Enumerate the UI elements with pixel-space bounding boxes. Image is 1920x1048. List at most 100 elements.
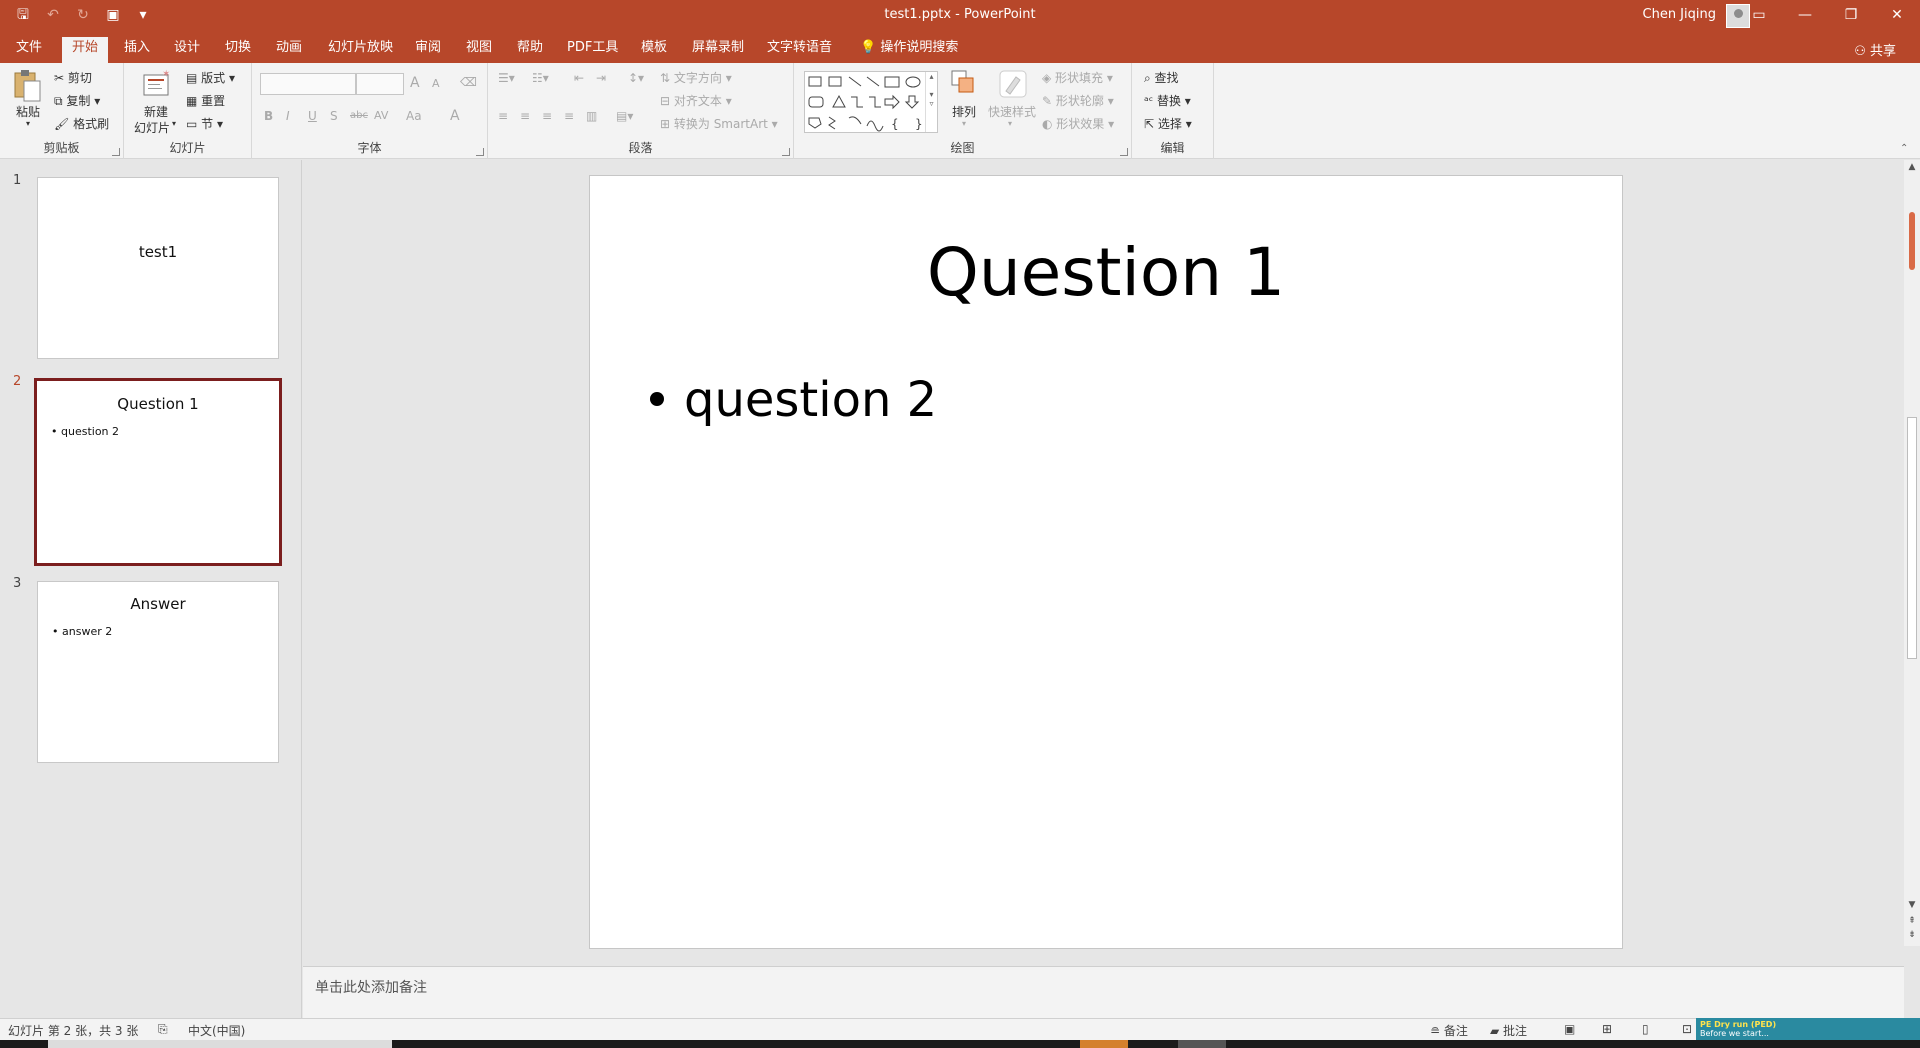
cut-button[interactable]: ✂ 剪切 [54, 69, 92, 86]
slide-show-view-icon[interactable]: ⊡ [1682, 1022, 1692, 1036]
bullets-icon[interactable]: ☰▾ [498, 71, 515, 85]
font-color-button[interactable]: A [450, 108, 460, 124]
reading-view-icon[interactable]: ▯ [1642, 1022, 1649, 1036]
find-button[interactable]: ⌕ 查找 [1144, 69, 1179, 86]
replace-button[interactable]: ᵃᶜ 替换 ▾ [1144, 92, 1191, 109]
collapse-ribbon-icon[interactable]: ⌃ [1900, 143, 1908, 154]
user-name[interactable]: Chen Jiqing [1643, 7, 1717, 22]
tab-slide-show[interactable]: 幻灯片放映 [318, 37, 403, 63]
accessibility-icon[interactable]: ⎘ [158, 1022, 168, 1037]
line-spacing-icon[interactable]: ↕▾ [628, 71, 644, 85]
new-slide-icon[interactable]: ✶ [142, 69, 172, 99]
copy-dropdown-icon[interactable]: ▾ [90, 94, 100, 108]
tab-pdf-tools[interactable]: PDF工具 [557, 37, 628, 63]
numbering-icon[interactable]: ☷▾ [532, 71, 549, 85]
paste-icon[interactable] [12, 69, 42, 103]
shapes-gallery[interactable]: {} ▴ ▾ ▿ [804, 71, 938, 133]
quick-styles-icon[interactable] [998, 69, 1028, 99]
align-text-button[interactable]: ⊟ 对齐文本 ▾ [660, 92, 732, 109]
align-right-icon[interactable]: ≡ [542, 109, 552, 123]
increase-indent-icon[interactable]: ⇥ [596, 71, 606, 85]
slide-thumbnail-1[interactable]: test1 [37, 177, 279, 359]
shape-effects-button[interactable]: ◐ 形状效果 ▾ [1042, 115, 1114, 132]
normal-view-icon[interactable]: ▣ [1564, 1022, 1575, 1036]
text-direction-button[interactable]: ⇅ 文字方向 ▾ [660, 69, 732, 86]
scroll-up-icon[interactable]: ▲ [1904, 162, 1920, 172]
tab-design[interactable]: 设计 [164, 37, 210, 63]
section-button[interactable]: ▭ 节 ▾ [186, 115, 223, 132]
share-button[interactable]: ⚇ 共享 [1854, 40, 1896, 59]
tell-me-search[interactable]: 💡 操作说明搜索 [850, 37, 968, 63]
slide-content-placeholder[interactable]: question 2 [650, 372, 937, 428]
format-painter-button[interactable]: 🖌 格式刷 [54, 115, 109, 132]
italic-button[interactable]: I [286, 109, 290, 123]
bold-button[interactable]: B [264, 109, 273, 123]
comments-toggle[interactable]: ▰ 批注 [1490, 1022, 1527, 1039]
tab-text-to-speech[interactable]: 文字转语音 [757, 37, 842, 63]
strikethrough-button[interactable]: abc [350, 110, 368, 121]
tab-help[interactable]: 帮助 [507, 37, 553, 63]
decrease-indent-icon[interactable]: ⇤ [574, 71, 584, 85]
align-center-icon[interactable]: ≡ [520, 109, 530, 123]
shapes-scroll-icon[interactable]: ▴ ▾ ▿ [925, 72, 937, 132]
font-name-dropdown[interactable] [260, 73, 356, 95]
align-left-icon[interactable]: ≡ [498, 109, 508, 123]
quick-styles-label[interactable]: 快速样式 [988, 103, 1036, 120]
next-slide-icon[interactable]: ⇟ [1904, 930, 1920, 940]
clipboard-launcher-icon[interactable] [112, 148, 120, 156]
reset-button[interactable]: ▦ 重置 [186, 92, 225, 109]
distributed-icon[interactable]: ▥ [586, 109, 597, 123]
slide-thumbnail-2[interactable]: Question 1 • question 2 [34, 378, 282, 566]
ribbon-display-options-icon[interactable]: ▭ [1736, 0, 1782, 32]
columns-icon[interactable]: ▤▾ [616, 109, 633, 123]
notes-toggle[interactable]: ≘ 备注 [1430, 1022, 1468, 1039]
justify-icon[interactable]: ≡ [564, 109, 574, 123]
quick-styles-dropdown-icon[interactable]: ▾ [1008, 119, 1012, 128]
restore-button[interactable]: ❐ [1828, 0, 1874, 32]
tab-animations[interactable]: 动画 [266, 37, 312, 63]
vertical-scrollbar[interactable]: ▲ ▼ ⇞ ⇟ [1904, 160, 1920, 946]
scrollbar-thumb[interactable] [1907, 417, 1917, 659]
grow-font-icon[interactable]: A [410, 75, 420, 91]
arrange-label[interactable]: 排列 [952, 103, 976, 120]
previous-slide-icon[interactable]: ⇞ [1904, 916, 1920, 926]
minimize-button[interactable]: — [1782, 0, 1828, 32]
underline-button[interactable]: U [308, 109, 317, 123]
notes-pane[interactable]: 单击此处添加备注 [303, 966, 1904, 1018]
layout-button[interactable]: ▤ 版式 ▾ [186, 69, 235, 86]
paragraph-launcher-icon[interactable] [782, 148, 790, 156]
language-status[interactable]: 中文(中国) [188, 1022, 245, 1039]
shape-outline-button[interactable]: ✎ 形状轮廓 ▾ [1042, 92, 1114, 109]
slide-thumbnail-3[interactable]: Answer • answer 2 [37, 581, 279, 763]
tab-screen-recording[interactable]: 屏幕录制 [682, 37, 754, 63]
tab-insert[interactable]: 插入 [114, 37, 160, 63]
drawing-launcher-icon[interactable] [1120, 148, 1128, 156]
taskbar-item[interactable] [1080, 1040, 1128, 1048]
select-button[interactable]: ⇱ 选择 ▾ [1144, 115, 1192, 132]
change-case-button[interactable]: Aa [406, 109, 422, 123]
tab-file[interactable]: 文件 [6, 37, 52, 63]
paste-dropdown-icon[interactable]: ▾ [26, 119, 30, 128]
tab-templates[interactable]: 模板 [631, 37, 677, 63]
paste-button[interactable]: 粘贴 [16, 103, 40, 120]
character-spacing-button[interactable]: AV [374, 109, 388, 122]
taskbar-item[interactable] [48, 1040, 392, 1048]
arrange-icon[interactable] [950, 69, 978, 99]
clear-formatting-icon[interactable]: ⌫ [460, 75, 477, 89]
tab-view[interactable]: 视图 [456, 37, 502, 63]
arrange-dropdown-icon[interactable]: ▾ [962, 119, 966, 128]
font-launcher-icon[interactable] [476, 148, 484, 156]
close-button[interactable]: ✕ [1874, 0, 1920, 32]
taskbar-item[interactable] [1178, 1040, 1226, 1048]
shrink-font-icon[interactable]: A [432, 77, 440, 90]
slide-sorter-view-icon[interactable]: ⊞ [1602, 1022, 1612, 1036]
new-slide-label-2[interactable]: 幻灯片 [134, 119, 170, 136]
new-slide-label-1[interactable]: 新建 [144, 103, 168, 120]
convert-smartart-button[interactable]: ⊞ 转换为 SmartArt ▾ [660, 115, 778, 132]
shadow-button[interactable]: S [330, 109, 338, 123]
tab-review[interactable]: 审阅 [405, 37, 451, 63]
tab-transitions[interactable]: 切换 [215, 37, 261, 63]
scroll-down-icon[interactable]: ▼ [1904, 900, 1920, 910]
tab-home[interactable]: 开始 [62, 37, 109, 63]
copy-button[interactable]: ⧉ 复制 ▾ [54, 92, 100, 109]
